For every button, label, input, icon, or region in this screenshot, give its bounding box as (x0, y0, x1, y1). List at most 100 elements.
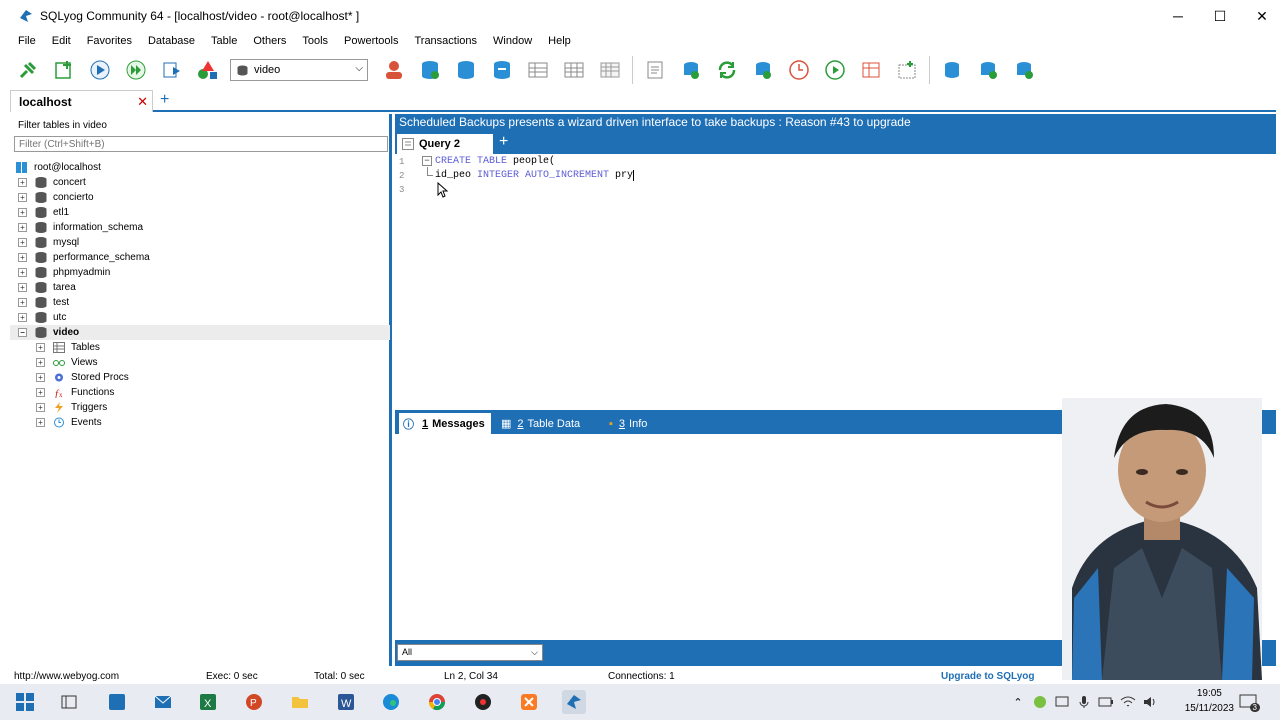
menu-tools[interactable]: Tools (302, 35, 328, 47)
maximize-button[interactable]: ☐ (1198, 0, 1242, 32)
expand-icon[interactable]: + (18, 268, 27, 277)
expand-icon[interactable]: + (18, 253, 27, 262)
new-connection-button[interactable] (15, 57, 41, 83)
tray-microphone[interactable] (1072, 690, 1096, 714)
taskbar-edge[interactable] (379, 690, 403, 714)
sql-editor[interactable]: 1 2 3 − CREATE TABLE people( id_peo INTE… (395, 154, 1276, 408)
tray-app[interactable] (1028, 690, 1052, 714)
backup-button[interactable] (453, 57, 479, 83)
new-query-button[interactable] (51, 57, 77, 83)
import-external-button[interactable] (894, 57, 920, 83)
tree-db-performance-schema[interactable]: + performance_schema (10, 250, 390, 265)
refresh-button[interactable] (714, 57, 740, 83)
user-manager-button[interactable] (381, 57, 407, 83)
table-data-button[interactable] (561, 57, 587, 83)
add-query-tab-button[interactable]: + (499, 133, 508, 151)
schema-sync-button[interactable] (858, 57, 884, 83)
tab-messages[interactable]: ⓘ 1 Messages (399, 413, 491, 434)
minimize-button[interactable]: ─ (1156, 0, 1200, 32)
tab-info[interactable]: ▪ 3 Info (609, 413, 647, 434)
close-tab-icon[interactable]: ✕ (137, 94, 148, 110)
tray-battery[interactable] (1094, 690, 1118, 714)
expand-icon[interactable]: + (18, 178, 27, 187)
filter-tables-input[interactable] (14, 136, 388, 152)
task-view-button[interactable] (57, 690, 81, 714)
expand-icon[interactable]: + (36, 418, 45, 427)
table-designer-button[interactable] (525, 57, 551, 83)
copy-database-button[interactable] (939, 57, 965, 83)
status-url[interactable]: http://www.webyog.com (14, 671, 119, 682)
menu-others[interactable]: Others (253, 35, 286, 47)
expand-icon[interactable]: + (18, 193, 27, 202)
execute-script-button[interactable] (822, 57, 848, 83)
taskbar-file-explorer[interactable] (288, 690, 312, 714)
restore-button[interactable] (489, 57, 515, 83)
fold-icon[interactable]: − (422, 156, 432, 166)
scheduler-button[interactable] (786, 57, 812, 83)
export-database-button[interactable] (975, 57, 1001, 83)
tab-table-data[interactable]: ▦ 2 Table Data (501, 413, 580, 434)
taskbar-sqlyog[interactable] (562, 690, 586, 714)
tree-db-test[interactable]: + test (10, 295, 390, 310)
tree-db-concierto[interactable]: + concierto (10, 190, 390, 205)
taskbar-mail[interactable] (151, 690, 175, 714)
expand-icon[interactable]: + (18, 298, 27, 307)
menu-window[interactable]: Window (493, 35, 532, 47)
menu-help[interactable]: Help (548, 35, 571, 47)
result-filter-select[interactable]: All ⌵ (397, 644, 543, 661)
taskbar-calculator[interactable] (105, 690, 129, 714)
taskbar-powerpoint[interactable]: P (242, 690, 266, 714)
expand-icon[interactable]: + (18, 208, 27, 217)
taskbar-word[interactable]: W (334, 690, 358, 714)
tree-db-utc[interactable]: + utc (10, 310, 390, 325)
query-tab[interactable]: Query 2 (397, 134, 493, 154)
upgrade-link[interactable]: Upgrade to SQLyog (941, 671, 1035, 682)
expand-icon[interactable]: + (36, 358, 45, 367)
collapse-icon[interactable]: − (18, 328, 27, 337)
expand-icon[interactable]: + (18, 223, 27, 232)
table-index-button[interactable] (597, 57, 623, 83)
menu-powertools[interactable]: Powertools (344, 35, 398, 47)
menu-file[interactable]: File (18, 35, 36, 47)
tree-db-video[interactable]: − video (10, 325, 390, 340)
expand-icon[interactable]: + (18, 313, 27, 322)
taskbar-xampp[interactable] (517, 690, 541, 714)
taskbar-excel[interactable]: X (196, 690, 220, 714)
tree-root-node[interactable]: root@localhost (10, 160, 390, 175)
menu-transactions[interactable]: Transactions (414, 35, 477, 47)
notification-center-button[interactable]: 3 (1236, 690, 1260, 714)
data-sync-button[interactable] (750, 57, 776, 83)
show-hidden-icons-button[interactable]: ⌃ (1006, 690, 1030, 714)
tree-folder-stored-procs[interactable]: + Stored Procs (10, 370, 390, 385)
menu-favorites[interactable]: Favorites (87, 35, 132, 47)
tree-db-etl1[interactable]: + etl1 (10, 205, 390, 220)
schema-designer-button[interactable] (195, 57, 221, 83)
tree-db-mysql[interactable]: + mysql (10, 235, 390, 250)
execute-edit-button[interactable] (159, 57, 185, 83)
tree-db-concert[interactable]: + concert (10, 175, 390, 190)
tree-folder-views[interactable]: + Views (10, 355, 390, 370)
tree-db-phpmyadmin[interactable]: + phpmyadmin (10, 265, 390, 280)
query-builder-button[interactable] (642, 57, 668, 83)
start-button[interactable] (13, 690, 37, 714)
expand-icon[interactable]: + (18, 283, 27, 292)
tree-folder-events[interactable]: + Events (10, 415, 390, 430)
close-window-button[interactable]: ✕ (1240, 0, 1280, 32)
execute-query-button[interactable] (87, 57, 113, 83)
connection-tab-localhost[interactable]: localhost ✕ (10, 90, 153, 112)
tray-wifi[interactable] (1116, 690, 1140, 714)
tray-volume[interactable] (1138, 690, 1162, 714)
taskbar-clock[interactable]: 19:05 15/11/2023 (1185, 686, 1234, 716)
tree-folder-triggers[interactable]: + Triggers (10, 400, 390, 415)
menu-edit[interactable]: Edit (52, 35, 71, 47)
database-select[interactable]: video ⌵ (230, 59, 368, 81)
upgrade-banner[interactable]: Scheduled Backups presents a wizard driv… (395, 114, 1276, 132)
expand-icon[interactable]: + (36, 388, 45, 397)
tray-network-share[interactable] (1050, 690, 1074, 714)
create-database-button[interactable] (417, 57, 443, 83)
add-connection-tab-button[interactable]: + (160, 91, 169, 109)
taskbar-chrome[interactable] (425, 690, 449, 714)
execute-all-button[interactable] (123, 57, 149, 83)
menu-table[interactable]: Table (211, 35, 237, 47)
expand-icon[interactable]: + (18, 238, 27, 247)
